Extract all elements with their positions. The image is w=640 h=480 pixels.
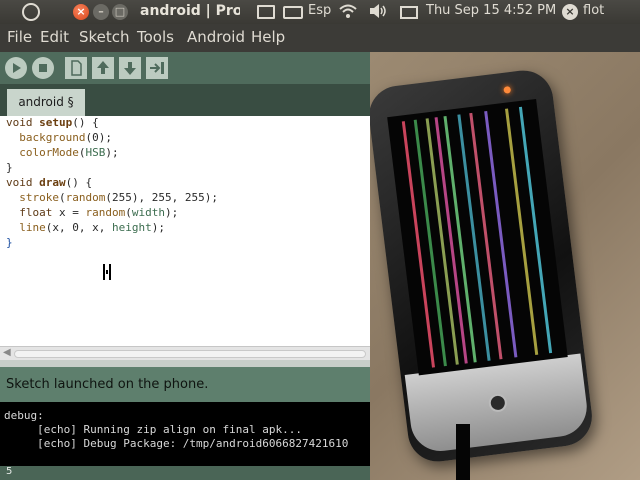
export-icon: [150, 62, 164, 74]
ubuntu-logo-icon[interactable]: [22, 3, 40, 21]
menu-android[interactable]: Android: [187, 28, 245, 46]
phone-photo: [370, 52, 640, 480]
session-icon[interactable]: ×: [562, 4, 578, 20]
menu-edit[interactable]: Edit: [40, 28, 69, 46]
code-line: line(x, 0, x, height);: [19, 221, 165, 234]
stop-icon: [39, 64, 47, 72]
line-number: 5: [6, 466, 13, 477]
clock[interactable]: Thu Sep 15 4:52 PM: [426, 3, 556, 18]
top-panel: × – □ android | Processing Esp Thu Sep 1…: [0, 0, 640, 24]
monitor-icon[interactable]: [257, 5, 275, 19]
toolbar: [0, 52, 370, 84]
menu-file[interactable]: File: [7, 28, 32, 46]
screen-stripe: [518, 106, 553, 354]
user-name[interactable]: flot: [583, 3, 604, 18]
tab-android[interactable]: android §: [7, 89, 85, 116]
stop-button[interactable]: [32, 57, 54, 79]
window-minimize-button[interactable]: –: [93, 4, 109, 20]
new-icon: [71, 60, 82, 76]
code-line: stroke(random(255), 255, 255);: [19, 191, 218, 204]
keyboard-layout-indicator[interactable]: Esp: [308, 3, 331, 18]
tab-strip: android §: [0, 84, 370, 116]
console-line: [echo] Running zip align on final apk...: [4, 423, 303, 436]
scrollbar-thumb[interactable]: [14, 350, 366, 358]
window-title: android | Processing: [140, 3, 240, 19]
menu-bar: File Edit Sketch Tools Android Help: [0, 24, 640, 52]
keyboard-icon[interactable]: [283, 6, 303, 19]
scroll-left-icon[interactable]: ◀: [3, 347, 11, 358]
code-editor[interactable]: void setup() { background(0); colorMode(…: [0, 116, 370, 346]
save-icon: [124, 62, 136, 75]
menu-tools[interactable]: Tools: [137, 28, 174, 46]
window-maximize-button[interactable]: □: [112, 4, 128, 20]
code-line: void draw() {: [6, 176, 93, 189]
pane-divider[interactable]: [0, 360, 370, 367]
status-bar: Sketch launched on the phone.: [0, 367, 370, 402]
wifi-icon[interactable]: [338, 3, 358, 23]
horizontal-scrollbar[interactable]: ◀: [0, 346, 370, 360]
line-number-indicator: 5: [0, 466, 370, 480]
phone-led-icon: [503, 86, 512, 94]
run-button[interactable]: [5, 57, 27, 79]
code-line: float x = random(width);: [19, 206, 179, 219]
menu-help[interactable]: Help: [251, 28, 285, 46]
volume-icon[interactable]: [368, 3, 388, 23]
open-button[interactable]: [92, 57, 114, 79]
code-line: void setup() {: [6, 116, 99, 129]
phone-image: [370, 67, 596, 465]
code-line: }: [6, 161, 13, 174]
menu-sketch[interactable]: Sketch: [79, 28, 130, 46]
phone-screen: [387, 98, 568, 376]
window-close-button[interactable]: ×: [73, 4, 89, 20]
usb-cable: [456, 424, 470, 480]
save-button[interactable]: [119, 57, 141, 79]
code-line: background(0);: [19, 131, 112, 144]
console-line: debug:: [4, 409, 44, 422]
code-line: }: [6, 236, 13, 249]
run-icon: [13, 63, 21, 73]
text-cursor-icon: [103, 264, 111, 280]
open-icon: [97, 61, 109, 74]
console[interactable]: debug: [echo] Running zip align on final…: [0, 402, 370, 466]
status-message: Sketch launched on the phone.: [6, 377, 209, 392]
mail-icon[interactable]: [400, 6, 418, 19]
export-button[interactable]: [146, 57, 168, 79]
new-button[interactable]: [65, 57, 87, 79]
console-line: [echo] Debug Package: /tmp/android606682…: [4, 437, 349, 450]
code-line: colorMode(HSB);: [19, 146, 119, 159]
